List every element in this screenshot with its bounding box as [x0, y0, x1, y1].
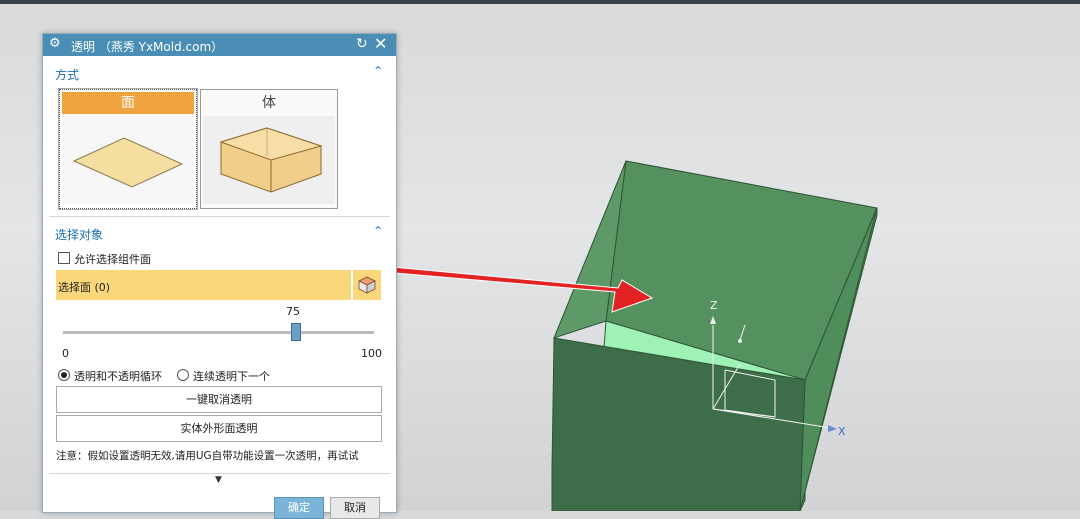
allow-component-faces-label: 允许选择组件面	[74, 253, 151, 266]
radio-next[interactable]	[177, 369, 189, 381]
axis-z-label: Z	[710, 299, 718, 312]
expand-arrow-icon[interactable]: ▼	[215, 475, 222, 485]
radio-next-label: 连续透明下一个	[193, 370, 270, 383]
footer-divider	[49, 473, 390, 474]
section-select-header[interactable]: 选择对象 ⌃	[43, 222, 396, 242]
slider-max-label: 100	[361, 347, 382, 360]
select-faces-field[interactable]: 选择面 (0)	[56, 270, 351, 300]
transparency-dialog: ⚙ 透明 （燕秀 YxMold.com） ↻ ✕ 方式 ⌃ 面 体 选择对象 ⌃…	[42, 33, 397, 519]
transparency-slider-track[interactable]	[63, 331, 374, 334]
cancel-button[interactable]: 取消	[330, 497, 380, 519]
allow-component-faces-checkbox[interactable]	[58, 252, 70, 264]
mode-body-label: 体	[262, 95, 276, 111]
chevron-up-icon[interactable]: ⌃	[373, 64, 383, 78]
section-select-label: 选择对象	[55, 228, 104, 242]
body-preview-icon	[203, 116, 335, 204]
section-method-header[interactable]: 方式 ⌃	[43, 62, 396, 82]
chevron-up-icon[interactable]: ⌃	[373, 224, 383, 238]
outer-faces-transparency-button[interactable]: 实体外形面透明	[56, 415, 382, 442]
ok-button[interactable]: 确定	[274, 497, 324, 519]
reset-icon[interactable]: ↻	[356, 36, 368, 52]
section-divider	[49, 216, 390, 217]
cancel-all-transparency-button[interactable]: 一键取消透明	[56, 386, 382, 413]
mode-face-label: 面	[62, 92, 194, 114]
note-text: 注意：假如设置透明无效,请用UG自带功能设置一次透明，再试试	[56, 450, 359, 462]
dialog-titlebar[interactable]: ⚙ 透明 （燕秀 YxMold.com） ↻ ✕	[43, 34, 396, 56]
section-method-label: 方式	[55, 68, 80, 82]
select-faces-label: 选择面 (0)	[58, 281, 111, 294]
axis-x-label: X	[838, 425, 846, 438]
radio-cycle-label: 透明和不透明循环	[74, 370, 162, 383]
cube-select-icon[interactable]	[353, 270, 381, 300]
transparency-slider-thumb[interactable]	[291, 323, 302, 341]
mode-face-button[interactable]: 面	[58, 88, 198, 210]
face-preview-icon	[62, 116, 194, 204]
radio-cycle[interactable]	[58, 369, 70, 381]
close-icon[interactable]: ✕	[374, 34, 387, 53]
dialog-title: 透明 （燕秀 YxMold.com）	[71, 40, 224, 54]
gear-icon[interactable]: ⚙	[49, 36, 61, 51]
mode-body-button[interactable]: 体	[200, 89, 338, 209]
slider-min-label: 0	[62, 347, 69, 360]
slider-value: 75	[286, 305, 300, 318]
